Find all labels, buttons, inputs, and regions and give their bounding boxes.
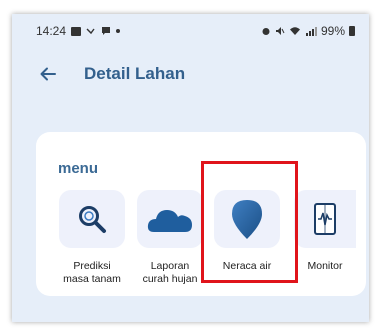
status-bar: 14:24 99%	[12, 14, 369, 48]
menu-item-monitor[interactable]: Monitor	[294, 190, 356, 273]
menu-item-label: Laporan curah hujan	[142, 260, 198, 285]
menu-item-label: Neraca air	[222, 260, 272, 272]
alarm-icon	[262, 28, 270, 35]
sensor-monitor-icon	[314, 203, 336, 235]
menu-card: menu Prediksi masa tanam Laporan curah h…	[36, 132, 366, 296]
chat-notification-icon	[102, 27, 111, 35]
menu-tile[interactable]	[137, 190, 203, 248]
menu-tile[interactable]	[294, 190, 356, 248]
app-bar: Detail Lahan	[12, 54, 369, 94]
page-title: Detail Lahan	[84, 64, 186, 83]
menu-tile[interactable]	[214, 190, 280, 248]
menu-item-label: Prediksi masa tanam	[63, 260, 121, 285]
back-arrow-icon[interactable]	[38, 64, 58, 84]
app-screen: 14:24 99% Detail Lahan menu Prediksi mas…	[12, 14, 369, 322]
battery-icon	[349, 26, 355, 36]
menu-tile[interactable]	[59, 190, 125, 248]
status-right: 99%	[261, 24, 355, 38]
menu-item-prediksi-masa-tanam[interactable]: Prediksi masa tanam	[59, 190, 125, 286]
gallery-notification-icon	[71, 26, 82, 36]
menu-heading: menu	[58, 160, 99, 177]
menu-item-label: Monitor	[307, 260, 343, 272]
signal-icon	[305, 27, 317, 36]
status-left: 14:24	[36, 24, 121, 38]
more-notifications-icon	[116, 29, 121, 33]
mute-icon	[275, 27, 285, 35]
status-time: 14:24	[36, 24, 67, 38]
cloud-icon	[147, 210, 192, 232]
missed-call-icon	[86, 28, 95, 35]
menu-item-neraca-air[interactable]: Neraca air	[214, 190, 280, 273]
battery-level: 99%	[320, 24, 345, 38]
wifi-icon	[289, 27, 300, 35]
water-drop-icon	[232, 200, 262, 239]
menu-item-laporan-curah-hujan[interactable]: Laporan curah hujan	[137, 190, 203, 286]
magnifier-icon	[79, 206, 106, 233]
